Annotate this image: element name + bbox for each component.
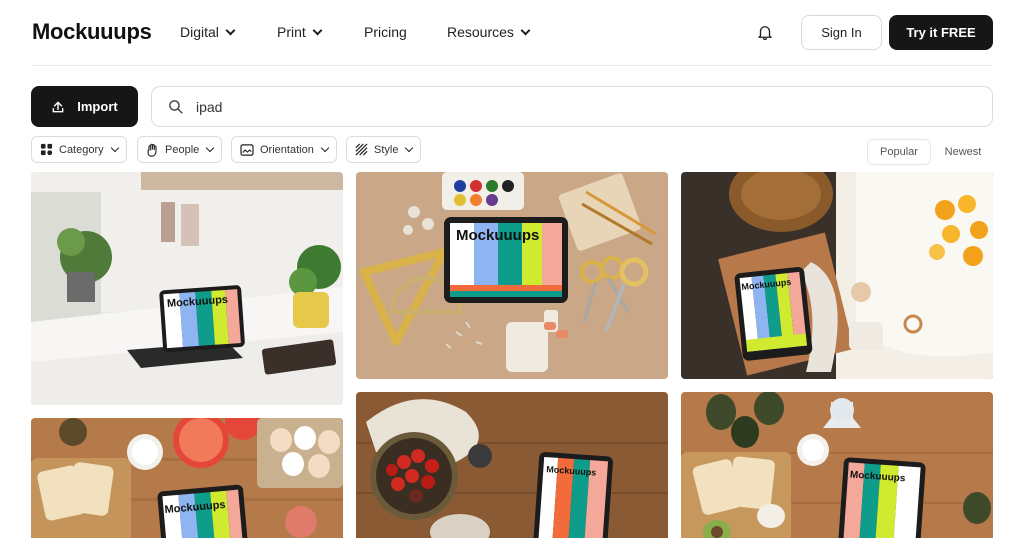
grid-icon	[40, 143, 53, 156]
search-icon	[169, 100, 183, 114]
filter-people[interactable]: People	[137, 136, 223, 163]
chevron-down-icon	[225, 25, 236, 35]
mockup-image: Mockuuups	[356, 172, 668, 379]
nav-pricing-label: Pricing	[364, 24, 407, 40]
nav-print-label: Print	[277, 24, 306, 40]
nav-digital[interactable]: Digital	[180, 24, 236, 40]
sort-popular[interactable]: Popular	[867, 139, 931, 165]
hatch-icon	[355, 143, 368, 156]
sign-in-button[interactable]: Sign In	[801, 15, 882, 50]
image-frame-icon	[240, 143, 254, 156]
chevron-down-icon	[320, 143, 330, 153]
top-header: Mockuuups Digital Print Pricing Resource…	[0, 0, 1024, 66]
mockup-image: Mockuuups	[356, 392, 668, 538]
filter-style[interactable]: Style	[346, 136, 422, 163]
mockup-card[interactable]: Mockuuups	[356, 172, 668, 379]
bell-icon[interactable]	[756, 23, 774, 41]
mockup-card[interactable]: Mockuuups	[356, 392, 668, 538]
mockup-card[interactable]: Mockuuups	[681, 392, 993, 538]
mockup-image: Mockuuups	[31, 172, 343, 405]
chevron-down-icon	[312, 25, 323, 35]
chevron-down-icon	[206, 143, 215, 153]
mockup-image: Mockuuups	[31, 418, 343, 538]
nav-resources[interactable]: Resources	[447, 24, 531, 40]
header-divider	[31, 65, 993, 66]
filter-orientation[interactable]: Orientation	[231, 136, 337, 163]
mockup-card[interactable]: Mockuuups	[31, 418, 343, 538]
search-bar[interactable]	[151, 86, 993, 127]
filter-orientation-label: Orientation	[260, 143, 314, 156]
filter-style-label: Style	[374, 143, 399, 156]
upload-icon	[52, 101, 64, 112]
try-free-button[interactable]: Try it FREE	[889, 15, 993, 50]
nav-resources-label: Resources	[447, 24, 514, 40]
nav-pricing[interactable]: Pricing	[364, 24, 407, 40]
sort-newest[interactable]: Newest	[938, 139, 988, 165]
filter-category[interactable]: Category	[31, 136, 127, 163]
nav-digital-label: Digital	[180, 24, 219, 40]
chevron-down-icon	[405, 143, 414, 153]
site-logo[interactable]: Mockuuups	[32, 19, 152, 45]
mockup-brand-text: Mockuuups	[456, 227, 539, 244]
mockup-image: Mockuuups	[681, 172, 993, 379]
filter-people-label: People	[165, 143, 200, 156]
mockup-image: Mockuuups	[681, 392, 993, 538]
filter-category-label: Category	[59, 143, 104, 156]
chevron-down-icon	[110, 143, 119, 153]
chevron-down-icon	[520, 25, 531, 35]
hand-icon	[147, 143, 157, 157]
mockup-card[interactable]: Mockuuups	[681, 172, 993, 379]
search-input[interactable]	[196, 98, 976, 115]
import-label: Import	[77, 99, 118, 114]
import-button[interactable]: Import	[31, 86, 138, 127]
nav-print[interactable]: Print	[277, 24, 323, 40]
mockup-card[interactable]: Mockuuups	[31, 172, 343, 405]
